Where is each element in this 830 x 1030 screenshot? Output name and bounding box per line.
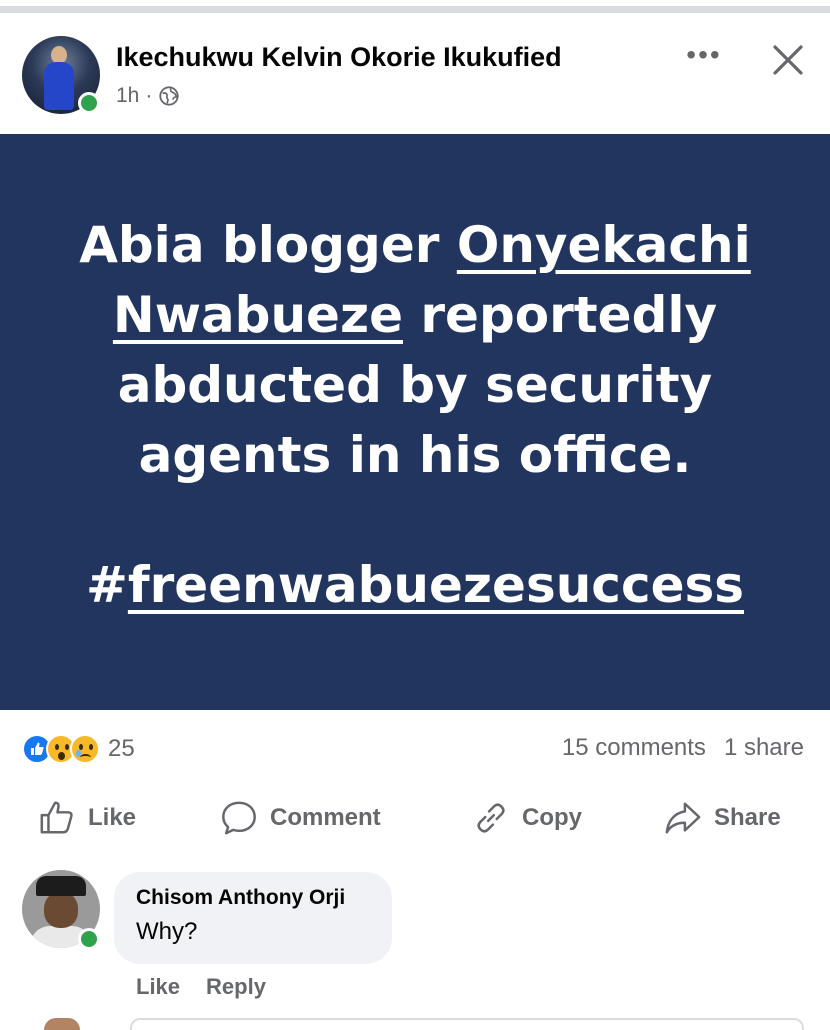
comments-count-link[interactable]: 15 comments	[562, 734, 706, 762]
share-label: Share	[714, 804, 781, 831]
sad-reaction-icon	[70, 734, 100, 764]
hashtag-text: freenwabuezesuccess	[127, 556, 745, 614]
post-action-bar: Like Comment Copy Share	[0, 790, 830, 846]
comment-reply-button[interactable]: Reply	[206, 974, 266, 1000]
commenter-online-dot	[78, 928, 100, 950]
share-arrow-icon	[665, 802, 701, 834]
globe-icon	[159, 86, 179, 106]
post-meta: 1h ·	[116, 84, 180, 108]
avatar-face	[44, 892, 78, 928]
next-avatar-peek	[44, 1018, 80, 1030]
post-time[interactable]: 1h	[116, 84, 139, 108]
reaction-summary[interactable]: 25	[22, 732, 135, 766]
post-author-name[interactable]: Ikechukwu Kelvin Okorie Ikukufied	[116, 42, 562, 73]
comment-label: Comment	[270, 804, 381, 831]
share-button[interactable]: Share	[664, 790, 781, 846]
top-divider	[0, 6, 830, 13]
close-icon	[773, 45, 803, 75]
avatar-figure-body	[44, 62, 74, 110]
close-button[interactable]	[766, 38, 810, 82]
commenter-name[interactable]: Chisom Anthony Orji	[136, 886, 345, 910]
avatar-hat	[36, 876, 86, 896]
comment-text: Why?	[136, 918, 198, 945]
comment-bubble-icon	[222, 801, 256, 835]
like-label: Like	[88, 804, 137, 831]
post-headline: Abia blogger Onyekachi Nwabueze reported…	[40, 210, 790, 490]
thumbs-up-icon	[40, 801, 73, 834]
more-options-button[interactable]: •••	[682, 40, 726, 76]
headline-part-1: Abia blogger	[79, 216, 457, 274]
top-strip	[0, 0, 830, 14]
comment-item: Chisom Anthony Orji Why? Like Reply	[22, 870, 822, 1010]
copy-label: Copy	[522, 804, 582, 831]
comment-bubble[interactable]: Chisom Anthony Orji Why?	[114, 872, 392, 964]
meta-separator: ·	[145, 84, 153, 107]
post-hashtag[interactable]: #freenwabuezesuccess	[40, 556, 790, 614]
comment-button[interactable]: Comment	[220, 790, 381, 846]
reaction-count: 25	[108, 735, 135, 762]
shares-count-link[interactable]: 1 share	[724, 734, 804, 762]
link-icon	[477, 803, 505, 833]
comment-actions: Like Reply	[136, 974, 266, 1000]
copy-link-button[interactable]: Copy	[472, 790, 582, 846]
comment-like-button[interactable]: Like	[136, 974, 180, 1000]
post-stats: 15 comments 1 share	[562, 734, 804, 762]
like-button[interactable]: Like	[38, 790, 136, 846]
more-horizontal-icon: •••	[686, 39, 722, 70]
online-status-dot	[78, 92, 100, 114]
comment-input-peek[interactable]	[130, 1018, 804, 1030]
hashtag-symbol: #	[85, 556, 128, 614]
